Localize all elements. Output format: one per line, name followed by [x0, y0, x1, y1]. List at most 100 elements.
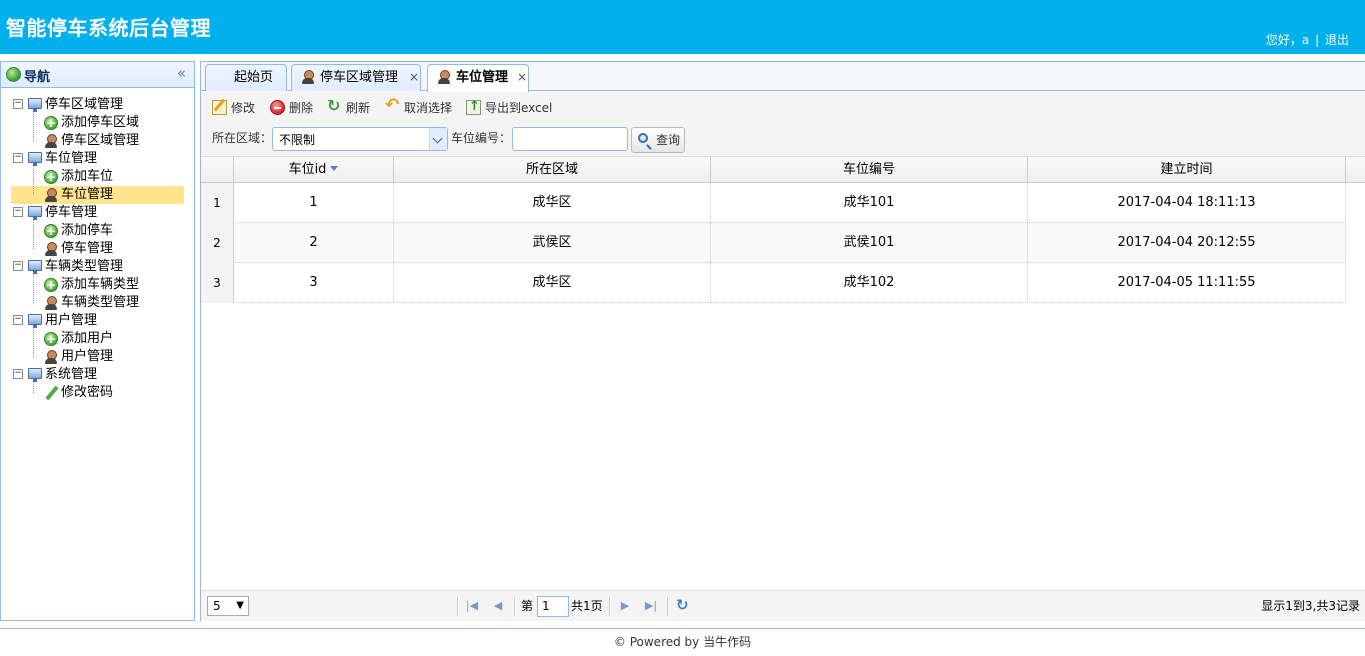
- page-number-input[interactable]: 1: [537, 596, 569, 617]
- sort-desc-icon: [330, 166, 339, 171]
- table-row[interactable]: 1 1 成华区 成华101 2017-04-04 18:11:13: [201, 183, 1346, 223]
- area-select[interactable]: 不限制: [272, 127, 448, 151]
- collapse-toggle-icon[interactable]: −: [13, 261, 23, 271]
- nav-item-label: 添加车辆类型: [61, 277, 140, 292]
- next-page-icon[interactable]: ▶: [617, 598, 633, 614]
- cancel-select-button[interactable]: 取消选择: [385, 96, 452, 117]
- undo-icon: [385, 96, 400, 115]
- first-page-icon[interactable]: |◀: [464, 598, 480, 614]
- user-icon: [44, 188, 58, 202]
- add-icon: [44, 222, 58, 240]
- nav-group-label: 停车管理: [45, 205, 98, 220]
- nav-item[interactable]: 添加停车: [1, 222, 194, 240]
- nav-item-label: 停车区域管理: [61, 133, 140, 148]
- nav-group-label: 系统管理: [45, 367, 98, 382]
- tab-bar: 起始页 停车区域管理 × 车位管理 ×: [201, 62, 1365, 92]
- greeting: 您好，a: [1265, 33, 1310, 47]
- nav-item[interactable]: 修改密码: [1, 384, 194, 402]
- export-button[interactable]: 导出到excel: [466, 98, 553, 117]
- table-cell: 2017-04-04 18:11:13: [1028, 183, 1346, 223]
- column-header-label: 车位编号: [842, 162, 895, 177]
- column-header[interactable]: 所在区域: [394, 157, 711, 183]
- prev-page-icon[interactable]: ◀: [490, 598, 506, 614]
- reload-icon: [327, 97, 342, 115]
- table-cell: 成华区: [394, 183, 711, 223]
- remove-icon: [270, 100, 285, 115]
- table-cell: 成华101: [711, 183, 1028, 223]
- tree-guide-line: [33, 380, 34, 393]
- pager-info: 显示1到3,共3记录: [1261, 599, 1360, 613]
- nav-item-label: 车辆类型管理: [61, 295, 140, 310]
- column-header[interactable]: 车位编号: [711, 157, 1028, 183]
- tree-guide-line: [33, 164, 34, 195]
- nav-item[interactable]: 车辆类型管理: [1, 294, 194, 312]
- close-icon[interactable]: ×: [409, 65, 419, 90]
- nav-group[interactable]: − 车位管理: [1, 150, 194, 168]
- table-cell: 3: [234, 263, 394, 303]
- add-icon: [44, 330, 58, 348]
- nav-panel: 导航 « −停车区域管理添加停车区域停车区域管理−车位管理添加车位车位管理−停车…: [0, 61, 195, 621]
- row-number: 3: [201, 263, 234, 303]
- collapse-toggle-icon[interactable]: −: [13, 99, 23, 109]
- nav-group[interactable]: − 停车管理: [1, 204, 194, 222]
- table-cell: 1: [234, 183, 394, 223]
- nav-group-label: 车辆类型管理: [45, 259, 124, 274]
- nav-item[interactable]: 停车区域管理: [1, 132, 194, 150]
- collapse-toggle-icon[interactable]: −: [13, 315, 23, 325]
- page-size-select[interactable]: 5 ▼: [207, 596, 249, 616]
- pager-separator: [457, 597, 459, 616]
- nav-group[interactable]: − 车辆类型管理: [1, 258, 194, 276]
- column-header[interactable]: 建立时间: [1028, 157, 1346, 183]
- export-label: 导出到excel: [485, 101, 553, 115]
- column-header[interactable]: 车位id: [234, 157, 394, 183]
- number-label: 车位编号：: [451, 131, 512, 145]
- monitor-icon: [28, 260, 42, 274]
- query-label: 查询: [656, 133, 681, 147]
- nav-item[interactable]: 添加车位: [1, 168, 194, 186]
- nav-group[interactable]: − 系统管理: [1, 366, 194, 384]
- main-panel: 起始页 停车区域管理 × 车位管理 × 修改 删除 刷新 取消选择 导出到excel 所…: [200, 61, 1365, 621]
- collapse-toggle-icon[interactable]: −: [13, 207, 23, 217]
- table-row[interactable]: 2 2 武侯区 武侯101 2017-04-04 20:12:55: [201, 223, 1346, 263]
- collapse-toggle-icon[interactable]: −: [13, 153, 23, 163]
- tree-guide-line: [33, 326, 34, 357]
- user-icon: [301, 70, 315, 84]
- nav-group[interactable]: − 用户管理: [1, 312, 194, 330]
- tab-2[interactable]: 车位管理 ×: [427, 64, 529, 92]
- add-icon: [44, 168, 58, 186]
- logout-link[interactable]: 退出: [1325, 33, 1349, 47]
- table-row[interactable]: 3 3 成华区 成华102 2017-04-05 11:11:55: [201, 263, 1346, 303]
- tab-0[interactable]: 起始页: [205, 64, 287, 91]
- refresh-icon[interactable]: ↻: [676, 597, 690, 613]
- monitor-icon: [28, 98, 42, 112]
- number-input[interactable]: [512, 127, 628, 151]
- refresh-button[interactable]: 刷新: [327, 97, 371, 117]
- nav-item[interactable]: 添加停车区域: [1, 114, 194, 132]
- table-cell: 武侯区: [394, 223, 711, 263]
- nav-item-label: 添加车位: [61, 169, 114, 184]
- nav-panel-header: 导航 «: [1, 62, 194, 88]
- nav-item-label: 车位管理: [61, 187, 114, 202]
- area-select-value: 不限制: [279, 133, 316, 147]
- chevron-down-icon[interactable]: [429, 128, 447, 150]
- refresh-label: 刷新: [346, 101, 371, 115]
- nav-item[interactable]: 用户管理: [1, 348, 194, 366]
- edit-button[interactable]: 修改: [212, 99, 255, 117]
- grid-header: 车位id 所在区域 车位编号 建立时间: [201, 157, 1365, 183]
- table-cell: 2017-04-04 20:12:55: [1028, 223, 1346, 263]
- last-page-icon[interactable]: ▶|: [643, 598, 659, 614]
- nav-item[interactable]: 添加车辆类型: [1, 276, 194, 294]
- close-icon[interactable]: ×: [517, 65, 527, 90]
- query-button[interactable]: 查询: [631, 127, 685, 153]
- footer: © Powered by 当牛作码: [0, 628, 1365, 655]
- delete-button[interactable]: 删除: [270, 99, 313, 117]
- tab-1[interactable]: 停车区域管理 ×: [291, 64, 421, 91]
- nav-tree: −停车区域管理添加停车区域停车区域管理−车位管理添加车位车位管理−停车管理添加停…: [1, 88, 194, 402]
- nav-item[interactable]: 添加用户: [1, 330, 194, 348]
- collapse-left-icon[interactable]: «: [177, 64, 186, 82]
- nav-item[interactable]: 车位管理: [1, 186, 194, 204]
- nav-group[interactable]: − 停车区域管理: [1, 96, 194, 114]
- nav-item[interactable]: 停车管理: [1, 240, 194, 258]
- page-prefix: 第: [521, 599, 534, 613]
- collapse-toggle-icon[interactable]: −: [13, 369, 23, 379]
